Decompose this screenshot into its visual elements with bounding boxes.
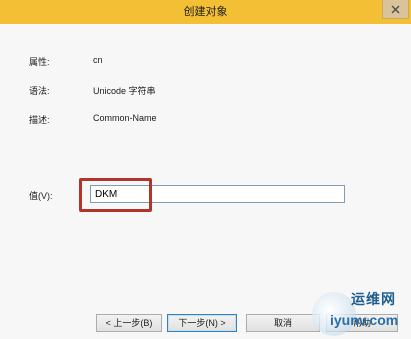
value-label: 值(V): [29,191,53,201]
close-icon [391,5,400,13]
description-value: Common-Name [93,113,157,123]
highlight-box [79,178,152,212]
watermark-top-text: 运维网 [351,291,396,307]
window-title: 创建对象 [183,6,228,18]
title-bar: 创建对象 [0,0,411,24]
watermark: 运维网 iyunv.com [308,286,411,339]
syntax-value: Unicode 字符串 [93,86,156,96]
attribute-label: 属性: [29,57,50,67]
attribute-value: cn [93,55,103,65]
next-button[interactable]: 下一步(N) > [167,314,237,332]
description-label: 描述: [29,115,50,125]
back-button[interactable]: < 上一步(B) [96,314,162,332]
watermark-bottom-text: iyunv.com [330,312,399,328]
syntax-label: 语法: [29,86,50,96]
close-button[interactable] [382,0,409,19]
